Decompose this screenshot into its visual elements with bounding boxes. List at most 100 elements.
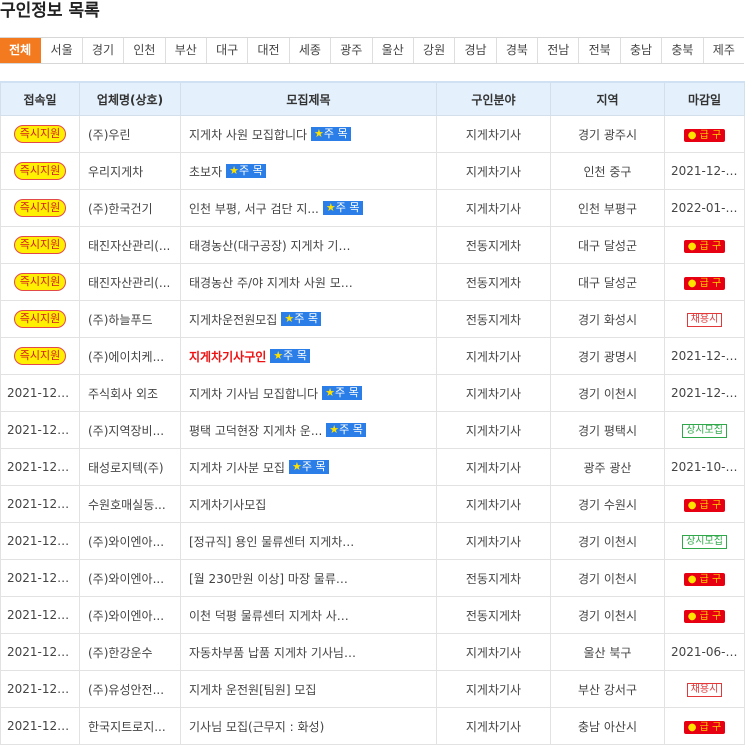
job-title-link[interactable]: 태경농산(대구공장) 지게차 기사 ... — [189, 237, 357, 254]
table-row[interactable]: 즉시지원 태진자산관리(... 태경농산 주/야 지게차 사원 모집... 전동지게차… — [0, 263, 745, 301]
urgent-badge: ● 급 구 — [683, 498, 726, 512]
company-cell[interactable]: (주)지역장비... — [79, 411, 181, 449]
company-cell[interactable]: (주)우린 — [79, 115, 181, 153]
title-cell[interactable]: 지게차 운전원[팀원] 모집 — [180, 670, 437, 708]
table-row[interactable]: 즉시지원 (주)에이치케... 지게차기사구인 ★주 목 지게차기사 경기 광명시 2021… — [0, 337, 745, 375]
region-tab[interactable]: 전북 — [579, 38, 621, 63]
title-cell[interactable]: [월 230만원 이상] 마장 물류센터 ... — [180, 559, 437, 597]
company-cell[interactable]: 한국지트로지... — [79, 707, 181, 745]
company-cell[interactable]: 수원호매실동... — [79, 485, 181, 523]
region-tab[interactable]: 대전 — [248, 38, 290, 63]
title-cell[interactable]: 태경농산(대구공장) 지게차 기사 ... — [180, 226, 437, 264]
region-tab[interactable]: 울산 — [372, 38, 414, 63]
table-row[interactable]: 2021-12-22 (주)한강운수 자동차부품 납품 지게차 기사님(3... 지게… — [0, 633, 745, 671]
table-row[interactable]: 2021-12-22 (주)와이엔아... [정규직] 용인 물류센터 지게차 사.… — [0, 522, 745, 560]
company-cell[interactable]: 주식회사 외조 — [79, 374, 181, 412]
company-cell[interactable]: (주)와이엔아... — [79, 596, 181, 634]
region-tab[interactable]: 제주 — [703, 38, 745, 63]
title-cell[interactable]: 평택 고덕현장 지게차 운... ★주 목 — [180, 411, 437, 449]
company-cell[interactable]: (주)와이엔아... — [79, 522, 181, 560]
field-cell: 지게차기사 — [436, 115, 551, 153]
job-title-link[interactable]: 자동차부품 납품 지게차 기사님(3... — [189, 644, 357, 661]
region-tab[interactable]: 전체 — [0, 38, 42, 63]
job-title-link[interactable]: [정규직] 용인 물류센터 지게차 사... — [189, 533, 357, 550]
table-row[interactable]: 즉시지원 (주)하늘푸드 지게차운전원모집 ★주 목 전동지게차 경기 화성시 채용시 — [0, 300, 745, 338]
region-tab[interactable]: 세종 — [289, 38, 332, 63]
date-cell: 2021-12-22 — [0, 522, 80, 560]
table-row[interactable]: 2021-12-21 (주)유성안전... 지게차 운전원[팀원] 모집 지게차기사 부… — [0, 670, 745, 708]
region-tab[interactable]: 광주 — [331, 38, 373, 63]
table-row[interactable]: 즉시지원 (주)우린 지게차 사원 모집합니다 ★주 목 지게차기사 경기 광주시 ● 급 … — [0, 115, 745, 153]
region-tab[interactable]: 대구 — [206, 38, 249, 63]
title-cell[interactable]: 지게차운전원모집 ★주 목 — [180, 300, 437, 338]
job-title-link[interactable]: 인천 부평, 서구 검단 지... — [189, 200, 319, 217]
company-cell[interactable]: (주)하늘푸드 — [79, 300, 181, 338]
region-tab[interactable]: 부산 — [165, 38, 207, 63]
table-row[interactable]: 2021-12-22 수원호매실동... 지게차기사모집 지게차기사 경기 수원시 ● 급… — [0, 485, 745, 523]
region-tab[interactable]: 경남 — [455, 38, 497, 63]
job-listing-table: 접속일 업체명(상호) 모집제목 구인분야 지역 마감일 즉시지원 (주)우린 지게… — [0, 81, 745, 745]
company-cell[interactable]: (주)에이치케... — [79, 337, 181, 375]
table-row[interactable]: 2021-12-26 주식회사 외조 지게차 기사님 모집합니다 ★주 목 지게차기사 경… — [0, 374, 745, 412]
region-tab[interactable]: 전남 — [538, 38, 580, 63]
company-cell[interactable]: 태성로지텍(주) — [79, 448, 181, 486]
company-cell[interactable]: 태진자산관리(... — [79, 226, 181, 264]
region-tab[interactable]: 충북 — [662, 38, 704, 63]
date-cell: 2021-12-23 — [0, 448, 80, 486]
table-row[interactable]: 즉시지원 (주)한국건기 인천 부평, 서구 검단 지... ★주 목 지게차기사 인천 … — [0, 189, 745, 227]
title-cell[interactable]: 지게차기사구인 ★주 목 — [180, 337, 437, 375]
region-tab[interactable]: 서울 — [41, 38, 83, 63]
instant-apply-badge: 즉시지원 — [13, 310, 67, 328]
featured-tag: ★주 목 — [226, 164, 266, 178]
region-tab[interactable]: 경북 — [496, 38, 539, 63]
job-title-link[interactable]: 지게차 기사님 모집합니다 — [189, 385, 318, 402]
job-title-link[interactable]: 지게차운전원모집 — [189, 311, 277, 328]
title-cell[interactable]: 지게차기사모집 — [180, 485, 437, 523]
title-cell[interactable]: 태경농산 주/야 지게차 사원 모집... — [180, 263, 437, 301]
job-title-link[interactable]: 평택 고덕현장 지게차 운... — [189, 422, 322, 439]
table-row[interactable]: 2021-12-22 (주)와이엔아... [월 230만원 이상] 마장 물류센터… — [0, 559, 745, 597]
deadline-cell: ● 급 구 — [664, 485, 745, 523]
date-cell: 즉시지원 — [0, 337, 80, 375]
table-row[interactable]: 2021-12-20 한국지트로지... 기사님 모집(근무지 : 화성) 지게차기사… — [0, 707, 745, 745]
title-cell[interactable]: 지게차 기사분 모집 ★주 목 — [180, 448, 437, 486]
job-title-link[interactable]: 지게차기사구인 — [189, 348, 266, 365]
company-cell[interactable]: (주)유성안전... — [79, 670, 181, 708]
star-icon: ★ — [229, 164, 239, 177]
table-row[interactable]: 즉시지원 우리지게차 초보자 ★주 목 지게차기사 인천 중구 2021-12-20 — [0, 152, 745, 190]
company-cell[interactable]: (주)한강운수 — [79, 633, 181, 671]
star-icon: ★ — [284, 312, 295, 325]
company-cell[interactable]: 우리지게차 — [79, 152, 181, 190]
title-cell[interactable]: 초보자 ★주 목 — [180, 152, 437, 190]
job-title-link[interactable]: 지게차기사모집 — [189, 496, 266, 513]
title-cell[interactable]: [정규직] 용인 물류센터 지게차 사... — [180, 522, 437, 560]
job-title-link[interactable]: 지게차 운전원[팀원] 모집 — [189, 681, 316, 698]
region-tab[interactable]: 인천 — [124, 38, 166, 63]
title-cell[interactable]: 기사님 모집(근무지 : 화성) — [180, 707, 437, 745]
title-cell[interactable]: 지게차 기사님 모집합니다 ★주 목 — [180, 374, 437, 412]
job-title-link[interactable]: 지게차 사원 모집합니다 — [189, 126, 307, 143]
title-cell[interactable]: 지게차 사원 모집합니다 ★주 목 — [180, 115, 437, 153]
table-row[interactable]: 2021-12-23 (주)지역장비... 평택 고덕현장 지게차 운... ★주 목… — [0, 411, 745, 449]
job-title-link[interactable]: 이천 덕평 물류센터 지게차 사원 ... — [189, 607, 357, 624]
region-tab[interactable]: 경기 — [82, 38, 125, 63]
job-title-link[interactable]: 초보자 — [189, 163, 222, 180]
company-cell[interactable]: (주)한국건기 — [79, 189, 181, 227]
table-row[interactable]: 2021-12-23 태성로지텍(주) 지게차 기사분 모집 ★주 목 지게차기사 광주 … — [0, 448, 745, 486]
title-cell[interactable]: 이천 덕평 물류센터 지게차 사원 ... — [180, 596, 437, 634]
region-tab[interactable]: 충남 — [620, 38, 663, 63]
company-cell[interactable]: (주)와이엔아... — [79, 559, 181, 597]
table-row[interactable]: 2021-12-22 (주)와이엔아... 이천 덕평 물류센터 지게차 사원 ..… — [0, 596, 745, 634]
company-cell[interactable]: 태진자산관리(... — [79, 263, 181, 301]
title-cell[interactable]: 인천 부평, 서구 검단 지... ★주 목 — [180, 189, 437, 227]
job-title-link[interactable]: 기사님 모집(근무지 : 화성) — [189, 718, 324, 735]
region-tab[interactable]: 강원 — [413, 38, 456, 63]
job-title-link[interactable]: [월 230만원 이상] 마장 물류센터 ... — [189, 570, 357, 587]
always-recruiting-badge: 상시모집 — [682, 424, 727, 438]
date-cell: 2021-12-20 — [0, 707, 80, 745]
table-row[interactable]: 즉시지원 태진자산관리(... 태경농산(대구공장) 지게차 기사 ... 전동지게차… — [0, 226, 745, 264]
job-title-link[interactable]: 태경농산 주/야 지게차 사원 모집... — [189, 274, 357, 291]
title-cell[interactable]: 자동차부품 납품 지게차 기사님(3... — [180, 633, 437, 671]
clock-icon: ● — [687, 573, 700, 585]
job-title-link[interactable]: 지게차 기사분 모집 — [189, 459, 285, 476]
